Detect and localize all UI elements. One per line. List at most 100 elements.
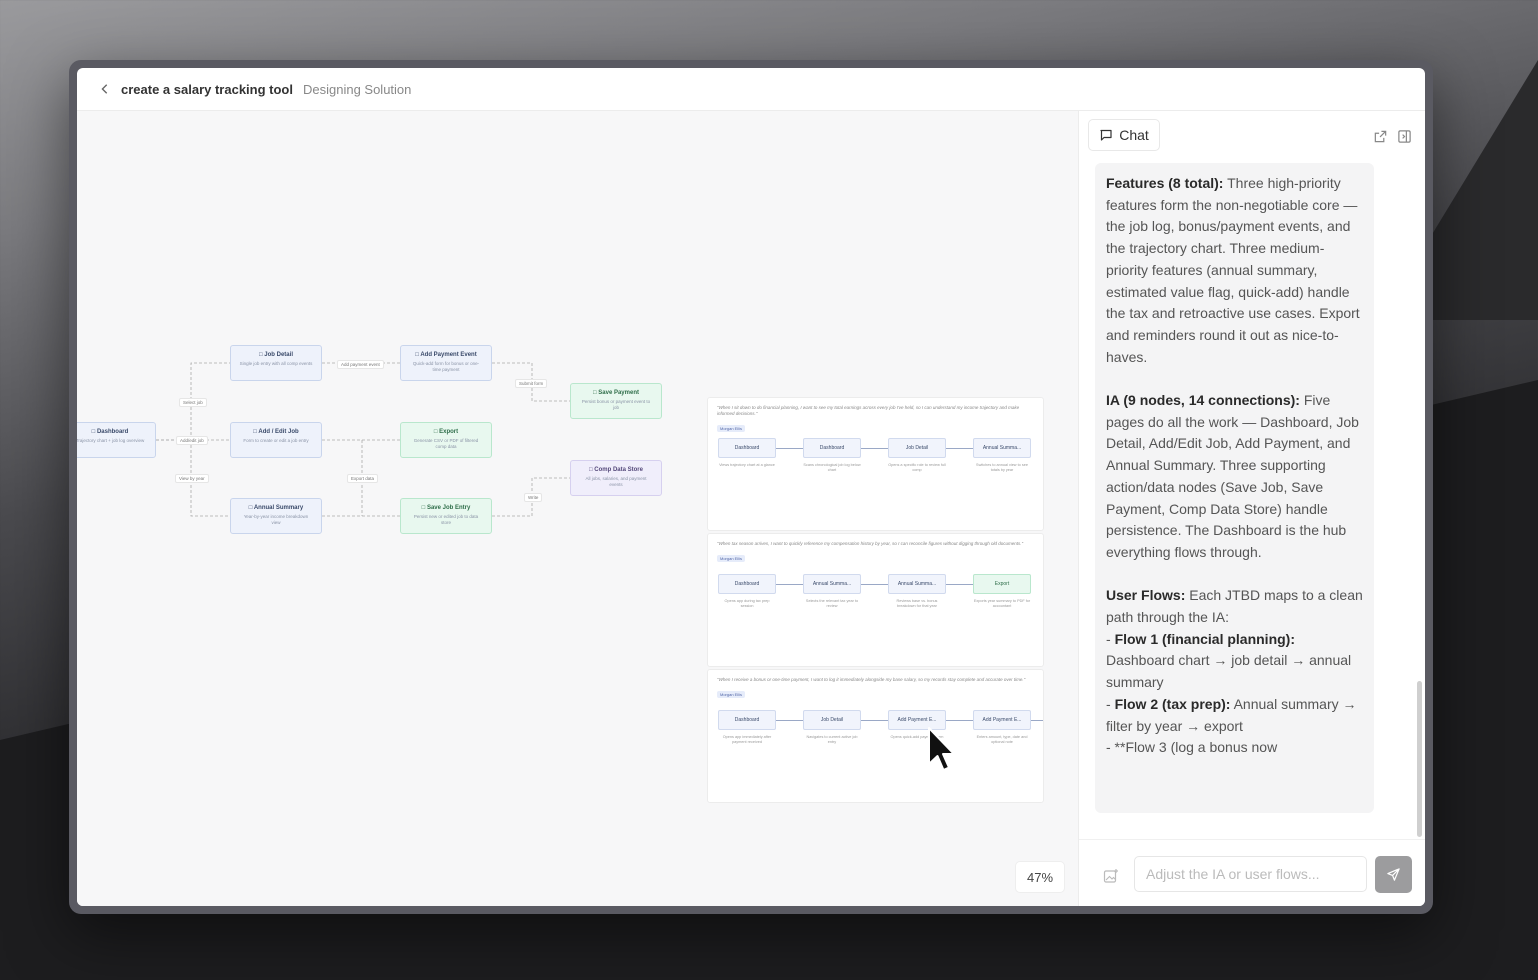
project-title: create a salary tracking tool <box>121 81 293 97</box>
flow-connector <box>776 584 803 585</box>
user-flow-card[interactable]: "When I receive a bonus or one-time paym… <box>707 669 1044 803</box>
send-icon <box>1387 868 1400 881</box>
flow-step[interactable]: Annual Summa... <box>973 438 1031 458</box>
jtbd-quote: "When tax season arrives, I want to quic… <box>717 541 1024 546</box>
flow-line: - Flow 1 (financial planning): Dashboard… <box>1106 629 1364 694</box>
ia-node-desc: Persist bonus or payment event to job <box>581 399 651 410</box>
ia-edge-label: Add/edit job <box>176 436 208 445</box>
flow-connector <box>946 448 973 449</box>
flow-step[interactable]: Export <box>973 574 1031 594</box>
top-bar: create a salary tracking tool Designing … <box>77 68 1425 111</box>
flow-step[interactable]: Dashboard <box>718 438 776 458</box>
flow-step[interactable]: Dashboard <box>803 438 861 458</box>
chat-bubble-icon <box>1100 129 1112 141</box>
flow-connector <box>946 584 973 585</box>
ia-edge-label: View by year <box>175 474 209 483</box>
project-status: Designing Solution <box>302 81 412 97</box>
flow-step[interactable]: Annual Summa... <box>888 574 946 594</box>
ia-node-desc: Quick-add form for bonus or one-time pay… <box>412 361 480 372</box>
ia-node-title: □ Dashboard <box>91 429 129 435</box>
chat-input-area <box>1079 839 1425 906</box>
persona-badge: Morgan Ellis <box>717 555 746 562</box>
ia-node-title: □ Job Detail <box>259 352 293 358</box>
flow-step[interactable]: Add Payment E... <box>973 710 1031 730</box>
back-chevron-icon[interactable] <box>99 82 113 96</box>
ia-node-add-edit-job[interactable]: □ Add / Edit Job Form to create or edit a… <box>230 422 322 458</box>
flow-line-text: Dashboard chart → job detail → annual su… <box>1106 652 1352 691</box>
message-heading: User Flows: <box>1106 587 1186 604</box>
message-body: Five pages do all the work — Dashboard, … <box>1106 392 1359 560</box>
ia-node-title: □ Add Payment Event <box>415 352 477 358</box>
flow-step-desc: Selects the relevant tax year to review <box>805 599 859 608</box>
flow-step-desc: Opens a specific role to review full com… <box>888 463 946 472</box>
chat-panel: Chat Features (8 total): Three high-prio… <box>1078 111 1425 906</box>
flow-line-title: Flow 1 (financial planning): <box>1114 630 1296 647</box>
ia-node-dashboard[interactable]: □ Dashboard Trajectory chart + job log ov… <box>77 422 156 458</box>
flow-step-desc: Opens app immediately after payment rece… <box>722 735 772 744</box>
flow-line-title: Flow 2 (tax prep): <box>1114 695 1231 712</box>
flow-step[interactable]: Job Detail <box>888 438 946 458</box>
ia-node-job-detail[interactable]: □ Job Detail Single job entry with all co… <box>230 345 322 381</box>
collapse-panel-icon[interactable] <box>1397 129 1413 145</box>
flow-step[interactable]: Dashboard <box>718 710 776 730</box>
mouse-pointer-icon <box>928 727 955 771</box>
ia-edge-label: Submit form <box>515 379 548 388</box>
message-paragraph: IA (9 nodes, 14 connections): Five pages… <box>1106 390 1364 564</box>
tab-chat[interactable]: Chat <box>1088 119 1160 151</box>
flow-step-desc: Enters amount, type, date and optional n… <box>976 735 1028 744</box>
flow-line-lead: - **Flow 3 (log a bonus now <box>1106 739 1278 756</box>
ia-node-desc: Year-by-year income breakdown view <box>243 514 309 525</box>
flow-connector <box>1031 720 1043 721</box>
app-window: create a salary tracking tool Designing … <box>69 60 1433 914</box>
ia-node-title: □ Export <box>433 429 459 435</box>
message-heading: IA (9 nodes, 14 connections): <box>1106 392 1300 409</box>
flow-step-desc: Views trajectory chart at a glance <box>719 463 775 467</box>
user-flow-card[interactable]: "When I sit down to do financial plannin… <box>707 397 1044 531</box>
ia-node-title: □ Save Payment <box>593 390 639 396</box>
flow-step[interactable]: Job Detail <box>803 710 861 730</box>
ia-node-annual-summary[interactable]: □ Annual Summary Year-by-year income brea… <box>230 498 322 534</box>
send-button[interactable] <box>1375 856 1412 893</box>
tab-chat-label: Chat <box>1119 127 1149 143</box>
flow-connector <box>861 448 888 449</box>
flow-connector <box>946 720 973 721</box>
ia-edge-label: Add payment event <box>337 360 384 369</box>
ia-edge-label: Write <box>524 493 543 502</box>
flow-step[interactable]: Annual Summa... <box>803 574 861 594</box>
ia-node-desc: Persist new or edited job to data store <box>413 514 479 525</box>
ia-node-title: □ Add / Edit Job <box>253 429 299 435</box>
ia-node-desc: Generate CSV or PDF of filtered comp dat… <box>413 438 479 449</box>
flow-step-desc: Reviews base vs. bonus breakdown for tha… <box>896 599 938 608</box>
flow-step-desc: Exports year summary to PDF for accounta… <box>973 599 1031 608</box>
flow-connector <box>861 720 888 721</box>
ia-node-save-job[interactable]: □ Save Job Entry Persist new or edited jo… <box>400 498 492 534</box>
flow-step-desc: Opens app during tax prep session <box>724 599 770 608</box>
chat-scrollbar[interactable] <box>1417 681 1422 837</box>
message-heading: Features (8 total): <box>1106 175 1224 191</box>
ia-node-comp-store[interactable]: □ Comp Data Store All jobs, salaries, and… <box>570 460 662 496</box>
attach-image-icon[interactable] <box>1103 868 1119 884</box>
ia-node-title: □ Comp Data Store <box>589 467 643 473</box>
ia-node-desc: Trajectory chart + job log overview <box>77 438 145 443</box>
ia-node-save-payment[interactable]: □ Save Payment Persist bonus or payment e… <box>570 383 662 419</box>
flow-step-desc: Navigates to current active job entry <box>806 735 858 744</box>
design-canvas[interactable]: □ Dashboard Trajectory chart + job log ov… <box>77 111 1078 906</box>
jtbd-quote: "When I sit down to do financial plannin… <box>717 405 1020 416</box>
ia-node-add-payment[interactable]: □ Add Payment Event Quick-add form for bo… <box>400 345 492 381</box>
message-body: Three high-priority features form the no… <box>1106 175 1360 365</box>
zoom-level[interactable]: 47% <box>1015 861 1065 893</box>
user-flow-card[interactable]: "When tax season arrives, I want to quic… <box>707 533 1044 667</box>
jtbd-quote: "When I receive a bonus or one-time paym… <box>717 677 1026 682</box>
message-paragraph: Features (8 total): Three high-priority … <box>1106 173 1364 368</box>
flow-step-desc: Scans chronological job log below chart <box>803 463 861 472</box>
chat-input[interactable] <box>1134 856 1367 892</box>
ia-node-title: □ Annual Summary <box>248 505 304 511</box>
ia-node-export[interactable]: □ Export Generate CSV or PDF of filtered … <box>400 422 492 458</box>
ia-edge-label: Select job <box>179 398 207 407</box>
flow-step[interactable]: Dashboard <box>718 574 776 594</box>
open-external-icon[interactable] <box>1373 129 1389 145</box>
app-content: create a salary tracking tool Designing … <box>77 68 1425 906</box>
assistant-message: Features (8 total): Three high-priority … <box>1095 163 1374 813</box>
flow-line-lead: - <box>1106 630 1115 647</box>
ia-node-desc: All jobs, salaries, and payment events <box>585 476 647 487</box>
